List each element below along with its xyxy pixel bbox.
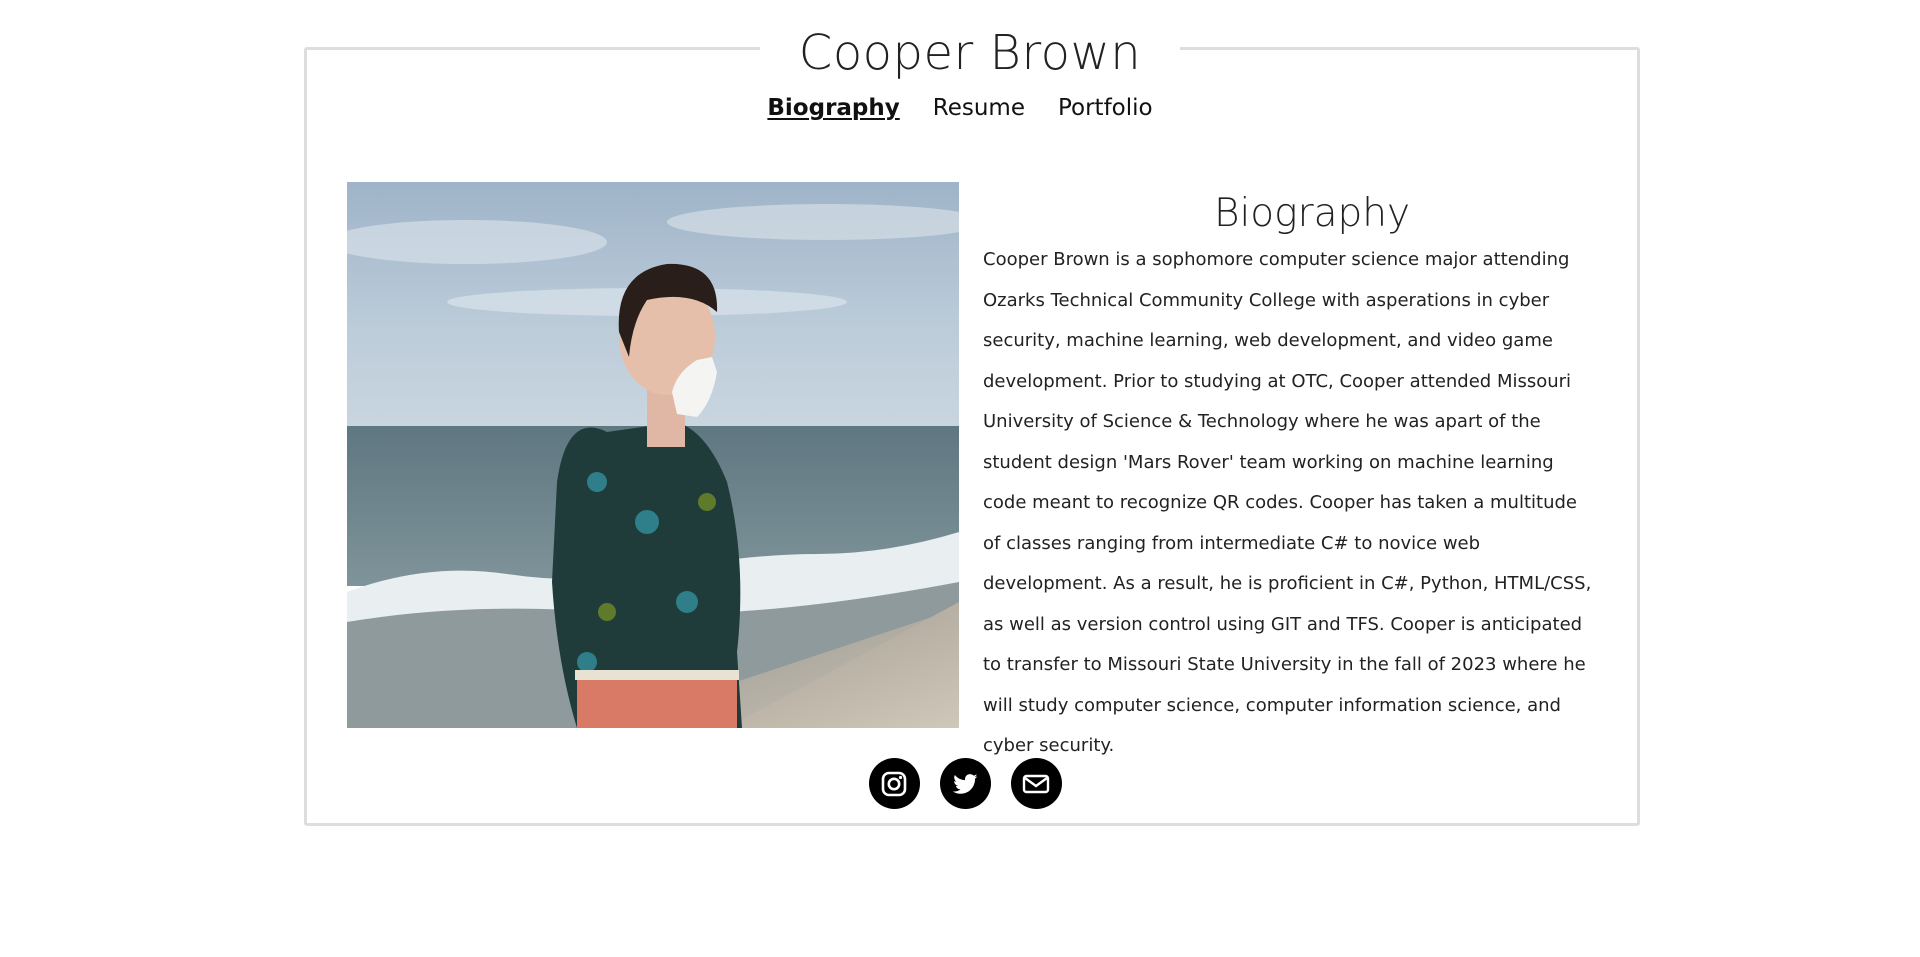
nav-biography[interactable]: Biography xyxy=(767,90,899,126)
mail-icon xyxy=(1022,774,1050,793)
instagram-link[interactable] xyxy=(868,758,920,809)
email-link[interactable] xyxy=(1010,758,1062,809)
profile-photo xyxy=(347,182,959,728)
instagram-icon xyxy=(881,771,907,796)
social-links xyxy=(0,758,1920,809)
nav-portfolio[interactable]: Portfolio xyxy=(1058,90,1153,126)
twitter-icon xyxy=(952,773,978,794)
site-title: Cooper Brown xyxy=(760,18,1180,88)
main-nav: Biography Resume Portfolio xyxy=(0,90,1920,126)
biography-heading: Biography xyxy=(1213,191,1411,236)
twitter-link[interactable] xyxy=(939,758,991,809)
biography-text: Cooper Brown is a sophomore computer sci… xyxy=(983,249,1592,756)
nav-resume[interactable]: Resume xyxy=(933,90,1025,126)
biography-section: Biography Cooper Brown is a sophomore co… xyxy=(983,182,1601,767)
